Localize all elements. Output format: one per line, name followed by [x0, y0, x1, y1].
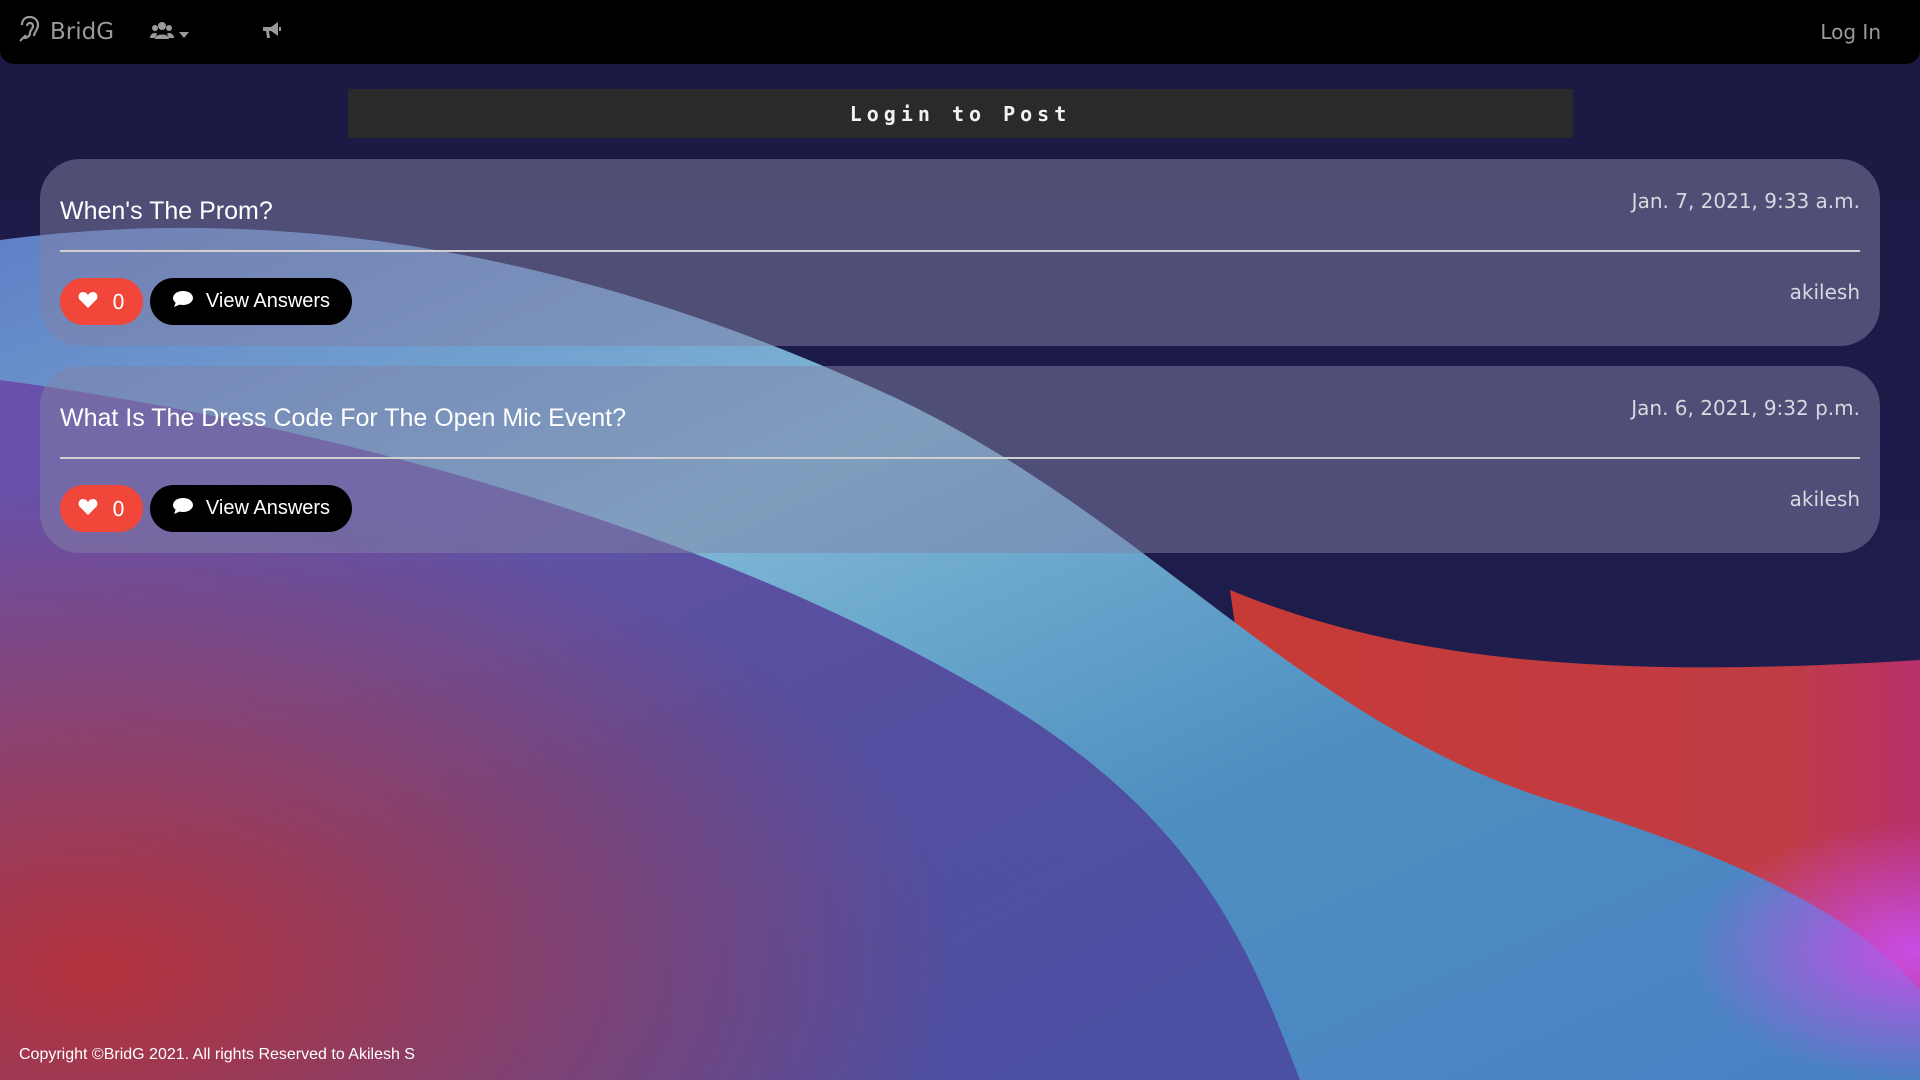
card-divider [60, 250, 1860, 252]
bullhorn-icon [261, 21, 282, 43]
like-button[interactable]: 0 [60, 485, 143, 532]
heart-icon [78, 290, 98, 314]
question-card: What Is The Dress Code For The Open Mic … [40, 366, 1880, 553]
question-title[interactable]: When's The Prom? [60, 197, 273, 226]
question-title[interactable]: What Is The Dress Code For The Open Mic … [60, 404, 626, 433]
question-author: akilesh [1789, 487, 1860, 511]
groups-dropdown[interactable] [150, 20, 190, 44]
login-link[interactable]: Log In [1820, 20, 1881, 44]
users-icon [150, 20, 175, 44]
comment-icon [172, 290, 194, 314]
question-author: akilesh [1789, 280, 1860, 304]
footer-copyright: Copyright ©BridG 2021. All rights Reserv… [19, 1046, 415, 1063]
top-navbar: BridG Log In [0, 0, 1920, 64]
question-date: Jan. 6, 2021, 9:32 p.m. [1631, 396, 1860, 420]
comment-icon [172, 497, 194, 521]
login-to-post-button[interactable]: Login to Post [348, 89, 1573, 138]
announcements-link[interactable] [261, 21, 282, 43]
view-answers-label: View Answers [205, 290, 331, 312]
view-answers-label: View Answers [205, 497, 331, 519]
like-count: 0 [112, 496, 125, 521]
like-count: 0 [112, 289, 125, 314]
heart-icon [78, 497, 98, 521]
card-divider [60, 457, 1860, 459]
caret-down-icon [179, 23, 190, 42]
brand-name: BridG [50, 19, 115, 45]
brand-link[interactable]: BridG [18, 15, 115, 48]
like-button[interactable]: 0 [60, 278, 143, 325]
question-card: When's The Prom? Jan. 7, 2021, 9:33 a.m.… [40, 159, 1880, 346]
view-answers-button[interactable]: View Answers [150, 485, 352, 532]
ear-icon [18, 15, 50, 48]
view-answers-button[interactable]: View Answers [150, 278, 352, 325]
question-date: Jan. 7, 2021, 9:33 a.m. [1631, 189, 1860, 213]
